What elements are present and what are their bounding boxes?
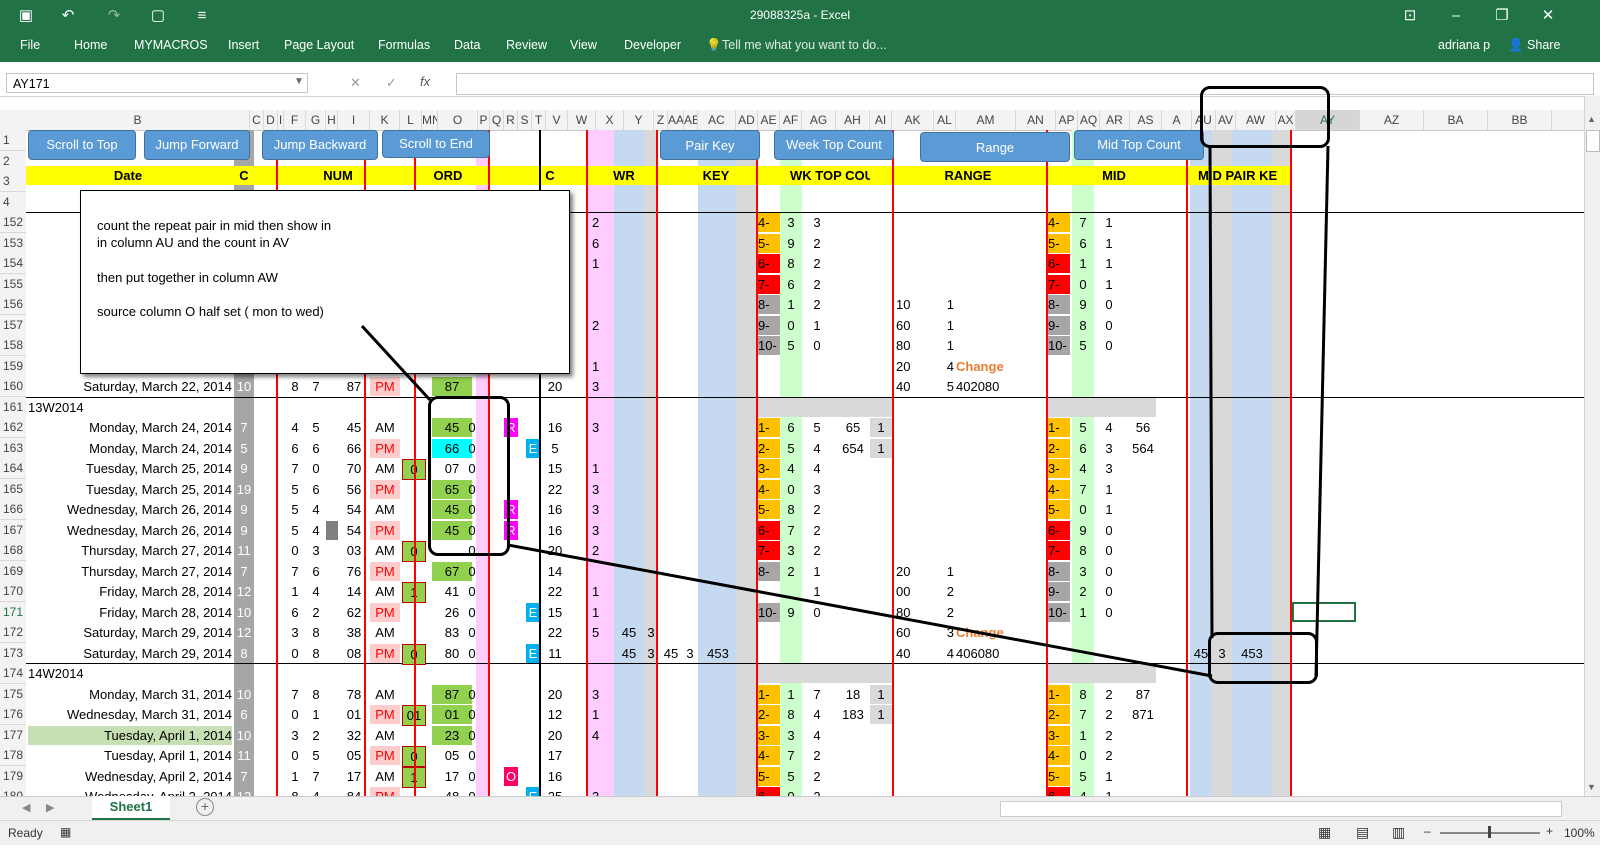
horizontal-scrollbar[interactable] <box>1000 801 1562 817</box>
zoom-out-icon[interactable]: – <box>1424 824 1431 838</box>
page-layout-view-icon[interactable]: ▤ <box>1356 824 1369 841</box>
connector-result-to-header-left <box>1208 145 1214 639</box>
zoom-in-icon[interactable]: + <box>1546 824 1553 838</box>
zoom-slider-thumb[interactable] <box>1488 826 1491 838</box>
vertical-scroll-thumb[interactable] <box>1586 130 1600 152</box>
sheet-tab-sheet1[interactable]: Sheet1 <box>92 796 170 821</box>
macro-record-icon[interactable]: ▦ <box>60 825 71 839</box>
connector-result-to-header-right <box>1314 145 1330 677</box>
connector-lines <box>360 145 1330 678</box>
new-sheet-icon[interactable]: + <box>196 798 214 816</box>
previous-sheet-icon[interactable]: ◀ <box>22 801 30 814</box>
connector-note-to-ord <box>360 324 432 402</box>
zoom-level[interactable]: 100% <box>1564 826 1595 840</box>
normal-view-icon[interactable]: ▦ <box>1318 824 1331 841</box>
connector-ord-to-result <box>507 543 1213 678</box>
scroll-down-icon[interactable]: ▼ <box>1587 782 1596 792</box>
next-sheet-icon[interactable]: ▶ <box>46 801 54 814</box>
status-ready: Ready <box>8 826 43 840</box>
vertical-scrollbar[interactable] <box>1584 96 1600 796</box>
page-break-view-icon[interactable]: ▥ <box>1392 824 1405 841</box>
scroll-up-icon[interactable]: ▲ <box>1587 114 1596 124</box>
